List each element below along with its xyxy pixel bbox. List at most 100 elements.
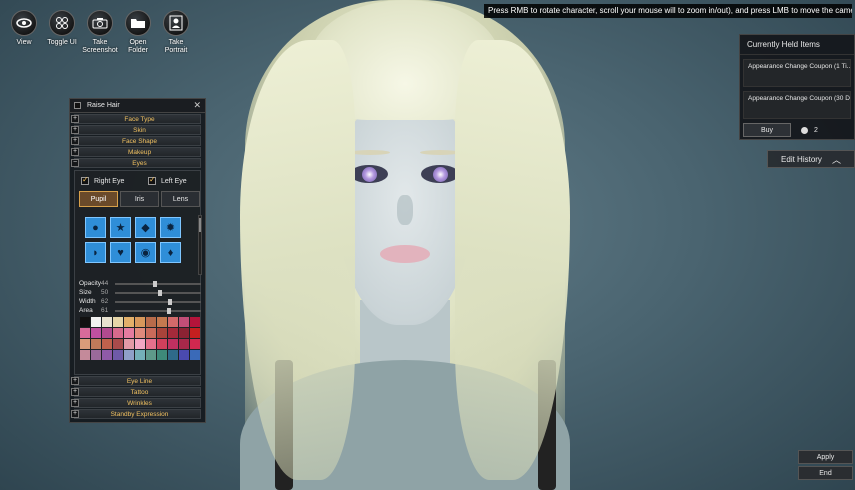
take-portrait-button[interactable]: Take Portrait — [160, 10, 192, 55]
color-swatch[interactable] — [157, 339, 167, 349]
color-swatch[interactable] — [80, 328, 90, 338]
raise-hair-checkbox[interactable] — [74, 102, 81, 109]
pupil-shape-slit-icon[interactable]: ♦ — [160, 242, 181, 263]
character-model[interactable] — [240, 0, 570, 490]
color-swatch[interactable] — [168, 317, 178, 327]
section-wrinkles[interactable]: + Wrinkles — [71, 398, 201, 408]
color-swatch[interactable] — [190, 328, 200, 338]
shape-scrollbar[interactable] — [198, 215, 202, 275]
color-swatch[interactable] — [135, 350, 145, 360]
view-button[interactable]: View — [8, 10, 40, 55]
color-swatch[interactable] — [179, 328, 189, 338]
end-button[interactable]: End — [798, 466, 853, 480]
iris-right — [432, 166, 448, 182]
color-swatch[interactable] — [146, 339, 156, 349]
color-swatch[interactable] — [146, 317, 156, 327]
color-swatch[interactable] — [179, 317, 189, 327]
take-screenshot-button[interactable]: Take Screenshot — [82, 10, 118, 55]
color-swatch[interactable] — [135, 328, 145, 338]
color-swatch[interactable] — [102, 350, 112, 360]
scrollbar-thumb[interactable] — [199, 218, 201, 232]
color-swatch[interactable] — [157, 350, 167, 360]
opacity-slider[interactable] — [115, 280, 201, 287]
section-label: Makeup — [127, 148, 152, 156]
section-standby-expression[interactable]: + Standby Expression — [71, 409, 201, 419]
apply-button[interactable]: Apply — [798, 450, 853, 464]
color-swatch[interactable] — [124, 317, 134, 327]
nose — [397, 195, 413, 225]
color-swatch[interactable] — [168, 350, 178, 360]
color-swatch[interactable] — [102, 328, 112, 338]
color-swatch[interactable] — [146, 328, 156, 338]
tab-pupil[interactable]: Pupil — [79, 191, 118, 207]
section-eye-line[interactable]: + Eye Line — [71, 376, 201, 386]
color-swatch[interactable] — [91, 339, 101, 349]
color-swatch[interactable] — [190, 339, 200, 349]
color-swatch[interactable] — [190, 317, 200, 327]
right-eye-checkbox[interactable]: Right Eye — [81, 175, 125, 185]
color-swatch[interactable] — [102, 317, 112, 327]
area-slider[interactable] — [115, 307, 201, 314]
color-swatch[interactable] — [91, 328, 101, 338]
color-swatch[interactable] — [179, 339, 189, 349]
eye-left — [350, 165, 388, 183]
color-swatch[interactable] — [135, 317, 145, 327]
color-swatch[interactable] — [124, 339, 134, 349]
color-swatch[interactable] — [80, 317, 90, 327]
pupil-shape-heart-icon[interactable]: ♥ — [110, 242, 131, 263]
slider-knob[interactable] — [158, 289, 162, 296]
take-screenshot-label: Take Screenshot — [82, 39, 118, 54]
pupil-shape-burst-icon[interactable]: ✹ — [160, 217, 181, 238]
tab-lens[interactable]: Lens — [161, 191, 200, 207]
color-swatch[interactable] — [113, 350, 123, 360]
section-face-shape[interactable]: + Face Shape — [71, 136, 201, 146]
color-swatch[interactable] — [124, 350, 134, 360]
section-eyes[interactable]: − Eyes — [71, 158, 201, 168]
color-swatch[interactable] — [168, 339, 178, 349]
color-swatch[interactable] — [157, 328, 167, 338]
slider-knob[interactable] — [168, 298, 173, 305]
color-swatch[interactable] — [113, 328, 123, 338]
color-swatch[interactable] — [102, 339, 112, 349]
section-tattoo[interactable]: + Tattoo — [71, 387, 201, 397]
color-swatch[interactable] — [124, 328, 134, 338]
color-swatch[interactable] — [91, 350, 101, 360]
iris-left — [361, 166, 377, 182]
width-slider[interactable] — [115, 298, 201, 305]
color-swatch[interactable] — [113, 339, 123, 349]
coupon-item[interactable]: Appearance Change Coupon (1 Ti... — [743, 59, 851, 87]
section-face-type[interactable]: + Face Type — [71, 114, 201, 124]
edit-history-button[interactable]: Edit History ︿ — [767, 150, 855, 168]
expand-icon: + — [71, 388, 79, 396]
color-swatch[interactable] — [135, 339, 145, 349]
pupil-shape-oval-icon[interactable]: ◗ — [85, 242, 106, 263]
open-folder-button[interactable]: Open Folder — [122, 10, 154, 55]
brow-right — [420, 150, 460, 155]
size-slider[interactable] — [115, 289, 201, 296]
color-swatch[interactable] — [80, 350, 90, 360]
tab-iris[interactable]: Iris — [120, 191, 159, 207]
color-swatch[interactable] — [80, 339, 90, 349]
color-swatch[interactable] — [190, 350, 200, 360]
color-swatch[interactable] — [91, 317, 101, 327]
right-eye-label: Right Eye — [94, 177, 125, 185]
color-palette — [80, 317, 200, 360]
coupon-item[interactable]: Appearance Change Coupon (30 D... — [743, 91, 851, 119]
close-icon[interactable]: ✕ — [193, 100, 201, 111]
color-swatch[interactable] — [179, 350, 189, 360]
pupil-shape-star-icon[interactable]: ★ — [110, 217, 131, 238]
color-swatch[interactable] — [157, 317, 167, 327]
slider-knob[interactable] — [152, 280, 157, 287]
left-eye-checkbox[interactable]: Left Eye — [148, 175, 187, 185]
section-makeup[interactable]: + Makeup — [71, 147, 201, 157]
pupil-shape-circle-icon[interactable]: ● — [85, 217, 106, 238]
toggle-ui-button[interactable]: Toggle UI — [46, 10, 78, 55]
color-swatch[interactable] — [113, 317, 123, 327]
color-swatch[interactable] — [168, 328, 178, 338]
color-swatch[interactable] — [146, 350, 156, 360]
slider-knob[interactable] — [167, 307, 172, 314]
buy-button[interactable]: Buy — [743, 123, 791, 137]
pupil-shape-ring-icon[interactable]: ◉ — [135, 242, 156, 263]
pupil-shape-blob-icon[interactable]: ◆ — [135, 217, 156, 238]
section-skin[interactable]: + Skin — [71, 125, 201, 135]
